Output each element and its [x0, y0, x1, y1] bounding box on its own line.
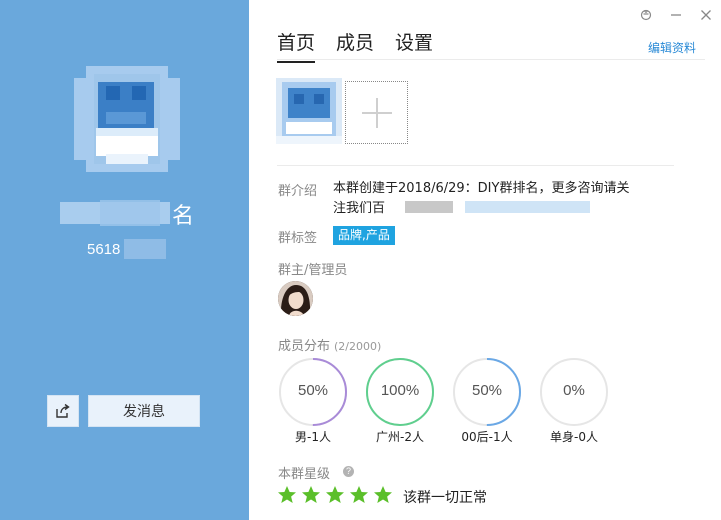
- divider: [277, 59, 705, 60]
- help-icon[interactable]: ?: [343, 466, 354, 477]
- group-profile-panel: 名 5618 发消息: [0, 0, 249, 520]
- window-controls: [631, 4, 721, 26]
- stat-percent: 50%: [471, 382, 503, 399]
- close-button[interactable]: [691, 4, 721, 26]
- tab-bar: 首页 成员 设置: [277, 28, 454, 63]
- intro-text-line1: 本群创建于2018/6/29：DIY群排名，更多咨询请关: [333, 181, 630, 196]
- stat-caption: 男-1人: [295, 430, 331, 444]
- star-icon: [326, 486, 344, 503]
- minimize-icon: [671, 14, 681, 16]
- star-icon: [278, 486, 296, 503]
- star-rating: [277, 485, 397, 505]
- admin-avatar[interactable]: [278, 281, 313, 316]
- divider: [277, 165, 674, 166]
- level-status: 该群一切正常: [403, 490, 487, 506]
- distribution-title: 成员分布 (2/2000): [278, 335, 381, 354]
- group-id: 5618: [87, 241, 121, 258]
- share-icon: [56, 403, 70, 418]
- group-avatar[interactable]: [66, 58, 188, 180]
- star-icon: [350, 486, 368, 503]
- distribution-label: 成员分布: [278, 339, 331, 354]
- share-button[interactable]: [47, 395, 79, 427]
- admin-avatar-image: [278, 281, 313, 316]
- close-icon: [701, 10, 711, 20]
- stat-percent: 50%: [297, 382, 329, 399]
- group-id-obscured: [124, 239, 166, 259]
- stat-single[interactable]: 0% 单身-0人: [539, 357, 609, 445]
- edit-profile-link[interactable]: 编辑资料: [648, 39, 696, 56]
- intro-label: 群介绍: [278, 184, 318, 199]
- stat-percent: 0%: [563, 382, 585, 399]
- stat-caption: 00后-1人: [461, 430, 513, 444]
- star-icon: [374, 486, 392, 503]
- stat-percent: 100%: [380, 382, 420, 399]
- album-photo[interactable]: [276, 78, 342, 144]
- member-count: (2/2000): [334, 340, 382, 353]
- stat-region[interactable]: 100% 广州-2人: [365, 357, 435, 445]
- minimize-button[interactable]: [661, 4, 691, 26]
- tags-label: 群标签: [278, 231, 318, 246]
- star-icon: [302, 486, 320, 503]
- intro-obscured: [405, 199, 590, 215]
- add-photo-button[interactable]: [345, 81, 408, 144]
- stat-caption: 单身-0人: [550, 430, 598, 444]
- skin-icon: [640, 9, 652, 21]
- stat-age[interactable]: 50% 00后-1人: [452, 357, 522, 445]
- stat-caption: 广州-2人: [376, 430, 424, 444]
- send-message-button[interactable]: 发消息: [88, 395, 200, 427]
- tab-members[interactable]: 成员: [336, 28, 374, 63]
- group-name: 名: [172, 204, 195, 229]
- stat-gender[interactable]: 50% 男-1人: [278, 357, 348, 445]
- tab-home[interactable]: 首页: [277, 28, 316, 63]
- tab-settings[interactable]: 设置: [395, 28, 433, 63]
- group-tag[interactable]: 品牌,产品: [333, 226, 395, 245]
- plus-icon: [361, 97, 392, 128]
- level-label: 本群星级: [278, 467, 331, 482]
- skin-button[interactable]: [631, 4, 661, 26]
- admins-label: 群主/管理员: [278, 263, 348, 278]
